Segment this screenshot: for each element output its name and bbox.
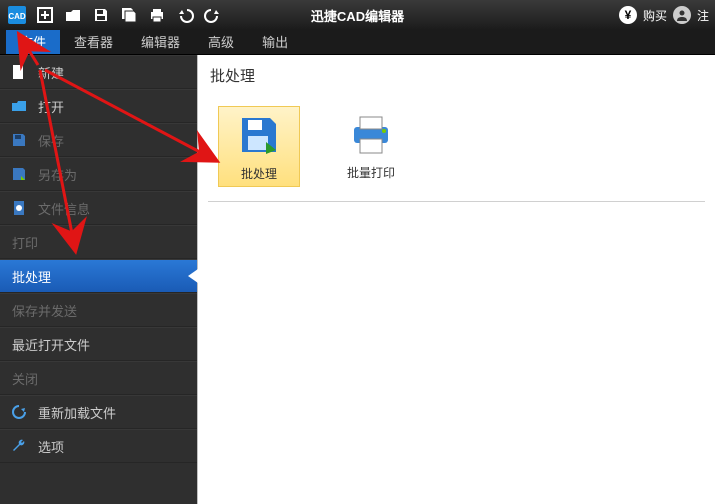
sidebar-item-label: 重新加载文件 [38, 403, 116, 422]
quick-access-toolbar: CAD 迅捷CAD编辑器 ¥ 购买 注 [0, 0, 715, 30]
folder-open-icon [10, 97, 28, 115]
tile-label: 批处理 [241, 165, 277, 182]
sidebar-item-recent[interactable]: 最近打开文件 [0, 327, 197, 361]
sidebar-item-print[interactable]: 打印 [0, 225, 197, 259]
floppy-as-icon [10, 165, 28, 183]
tile-batch[interactable]: 批处理 [218, 106, 300, 187]
tile-row: 批处理 批量打印 [198, 96, 715, 197]
qat-open-icon[interactable] [62, 4, 84, 26]
content-heading: 批处理 [198, 55, 715, 96]
qat-undo-icon[interactable] [174, 4, 196, 26]
sidebar-item-info[interactable]: 文件信息 [0, 191, 197, 225]
qat-redo-icon[interactable] [202, 4, 224, 26]
sidebar-item-label: 保存并发送 [12, 301, 77, 320]
qat-save-icon[interactable] [90, 4, 112, 26]
currency-icon[interactable]: ¥ [619, 6, 637, 24]
sidebar-item-label: 新建 [38, 63, 64, 82]
sidebar-item-new[interactable]: 新建 [0, 55, 197, 89]
ribbon-tabs: 文件 查看器 编辑器 高级 输出 [0, 30, 715, 55]
sidebar-item-label: 最近打开文件 [12, 335, 90, 354]
file-new-icon [10, 63, 28, 81]
sidebar-item-label: 选项 [38, 437, 64, 456]
tab-output[interactable]: 输出 [248, 29, 302, 54]
reload-icon [10, 403, 28, 421]
qat-print-icon[interactable] [146, 4, 168, 26]
sidebar-item-label: 打印 [12, 233, 38, 252]
content-pane: 批处理 批处理 批量打印 [197, 55, 715, 504]
qat-left: CAD [6, 4, 224, 26]
user-icon[interactable] [673, 6, 691, 24]
qat-new-icon[interactable] [34, 4, 56, 26]
sidebar-item-options[interactable]: 选项 [0, 429, 197, 463]
qat-saveall-icon[interactable] [118, 4, 140, 26]
sidebar-item-label: 另存为 [38, 165, 77, 184]
tile-batch-print[interactable]: 批量打印 [330, 106, 412, 187]
user-link[interactable]: 注 [697, 7, 709, 24]
tab-editor[interactable]: 编辑器 [127, 29, 194, 54]
tab-advanced[interactable]: 高级 [194, 29, 248, 54]
svg-text:CAD: CAD [8, 12, 26, 21]
wrench-icon [10, 437, 28, 455]
backstage-sidebar: 新建 打开 保存 另存为 文件信息 打印 [0, 55, 197, 504]
main-area: 新建 打开 保存 另存为 文件信息 打印 [0, 55, 715, 504]
qat-right: ¥ 购买 注 [619, 6, 709, 24]
tab-file[interactable]: 文件 [6, 29, 60, 54]
sidebar-item-label: 关闭 [12, 369, 38, 388]
sidebar-item-label: 打开 [38, 97, 64, 116]
sidebar-item-save[interactable]: 保存 [0, 123, 197, 157]
sidebar-item-saveas[interactable]: 另存为 [0, 157, 197, 191]
buy-link[interactable]: 购买 [643, 7, 667, 24]
separator [208, 201, 705, 202]
sidebar-item-reload[interactable]: 重新加载文件 [0, 395, 197, 429]
sidebar-item-batch[interactable]: 批处理 [0, 259, 197, 293]
sidebar-item-label: 保存 [38, 131, 64, 150]
sidebar-item-open[interactable]: 打开 [0, 89, 197, 123]
app-title: 迅捷CAD编辑器 [311, 6, 404, 25]
batch-print-icon [347, 110, 395, 158]
sidebar-item-close[interactable]: 关闭 [0, 361, 197, 395]
tab-viewer[interactable]: 查看器 [60, 29, 127, 54]
sidebar-item-label: 批处理 [12, 267, 51, 286]
selected-arrow-icon [188, 269, 198, 283]
floppy-icon [10, 131, 28, 149]
batch-icon [235, 111, 283, 159]
app-icon[interactable]: CAD [6, 4, 28, 26]
sidebar-item-label: 文件信息 [38, 199, 90, 218]
sidebar-item-send[interactable]: 保存并发送 [0, 293, 197, 327]
file-info-icon [10, 199, 28, 217]
tile-label: 批量打印 [347, 164, 395, 181]
